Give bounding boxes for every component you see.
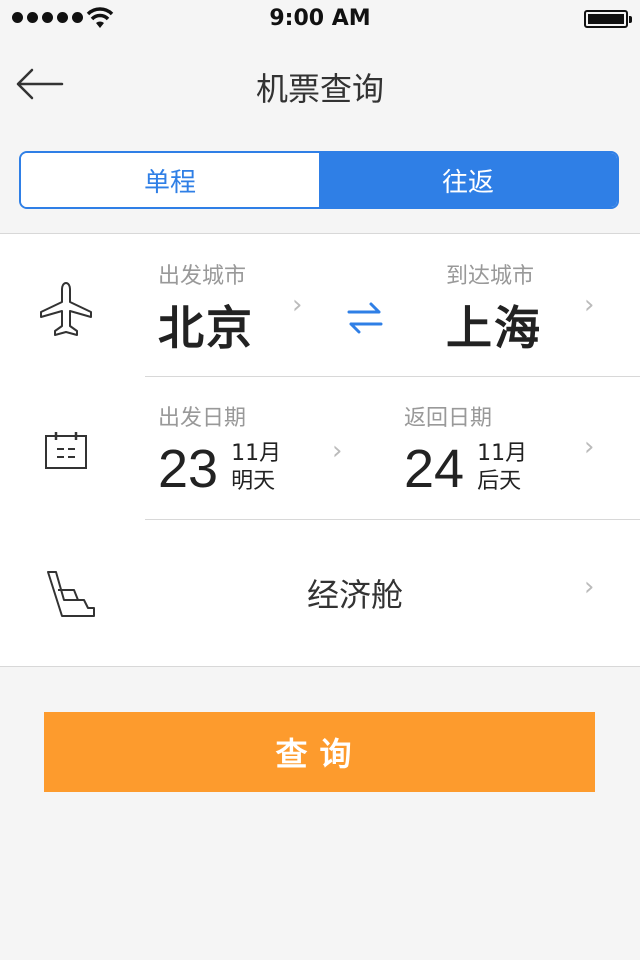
tab-one-way[interactable]: 单程	[21, 153, 319, 207]
departure-date-selector[interactable]: 出发日期 23 11月 明天	[158, 400, 281, 496]
cabin-class-selector[interactable]: 经济舱 ›	[0, 520, 640, 666]
return-month: 11月	[477, 441, 528, 466]
departure-month: 11月	[231, 441, 282, 466]
arrival-city-name: 上海	[446, 301, 542, 355]
departure-day: 23	[158, 439, 219, 499]
chevron-right-icon: ›	[584, 432, 595, 462]
search-button[interactable]: 查询	[44, 712, 595, 792]
battery-icon	[584, 10, 632, 28]
arrival-city-selector[interactable]: 到达城市 上海	[446, 258, 542, 358]
nav-bar: 机票查询	[0, 40, 640, 130]
trip-type-segmented-control: 单程 往返	[19, 151, 619, 209]
chevron-right-icon: ›	[292, 290, 303, 320]
chevron-right-icon: ›	[584, 290, 595, 320]
page-title: 机票查询	[255, 70, 384, 108]
cabin-class-label: 经济舱	[306, 576, 403, 614]
departure-city-label: 出发城市	[158, 264, 247, 289]
swap-arrows-icon[interactable]	[343, 300, 387, 336]
departure-city-name: 北京	[158, 301, 254, 355]
departure-relative-day: 明天	[231, 469, 276, 494]
return-date-label: 返回日期	[404, 406, 493, 431]
tab-round-trip[interactable]: 往返	[319, 153, 617, 207]
return-day: 24	[404, 439, 465, 499]
airplane-icon	[40, 282, 92, 336]
chevron-right-icon: ›	[332, 436, 343, 466]
return-relative-day: 后天	[477, 469, 522, 494]
departure-date-label: 出发日期	[158, 406, 247, 431]
arrival-city-label: 到达城市	[446, 264, 535, 289]
status-bar: 9:00 AM	[0, 0, 640, 40]
chevron-right-icon: ›	[584, 572, 595, 602]
status-time: 9:00 AM	[269, 6, 371, 31]
return-date-selector[interactable]: 返回日期 24 11月 后天	[404, 400, 527, 496]
calendar-icon	[45, 432, 87, 469]
departure-city-selector[interactable]: 出发城市 北京	[158, 258, 254, 358]
divider	[145, 376, 640, 377]
